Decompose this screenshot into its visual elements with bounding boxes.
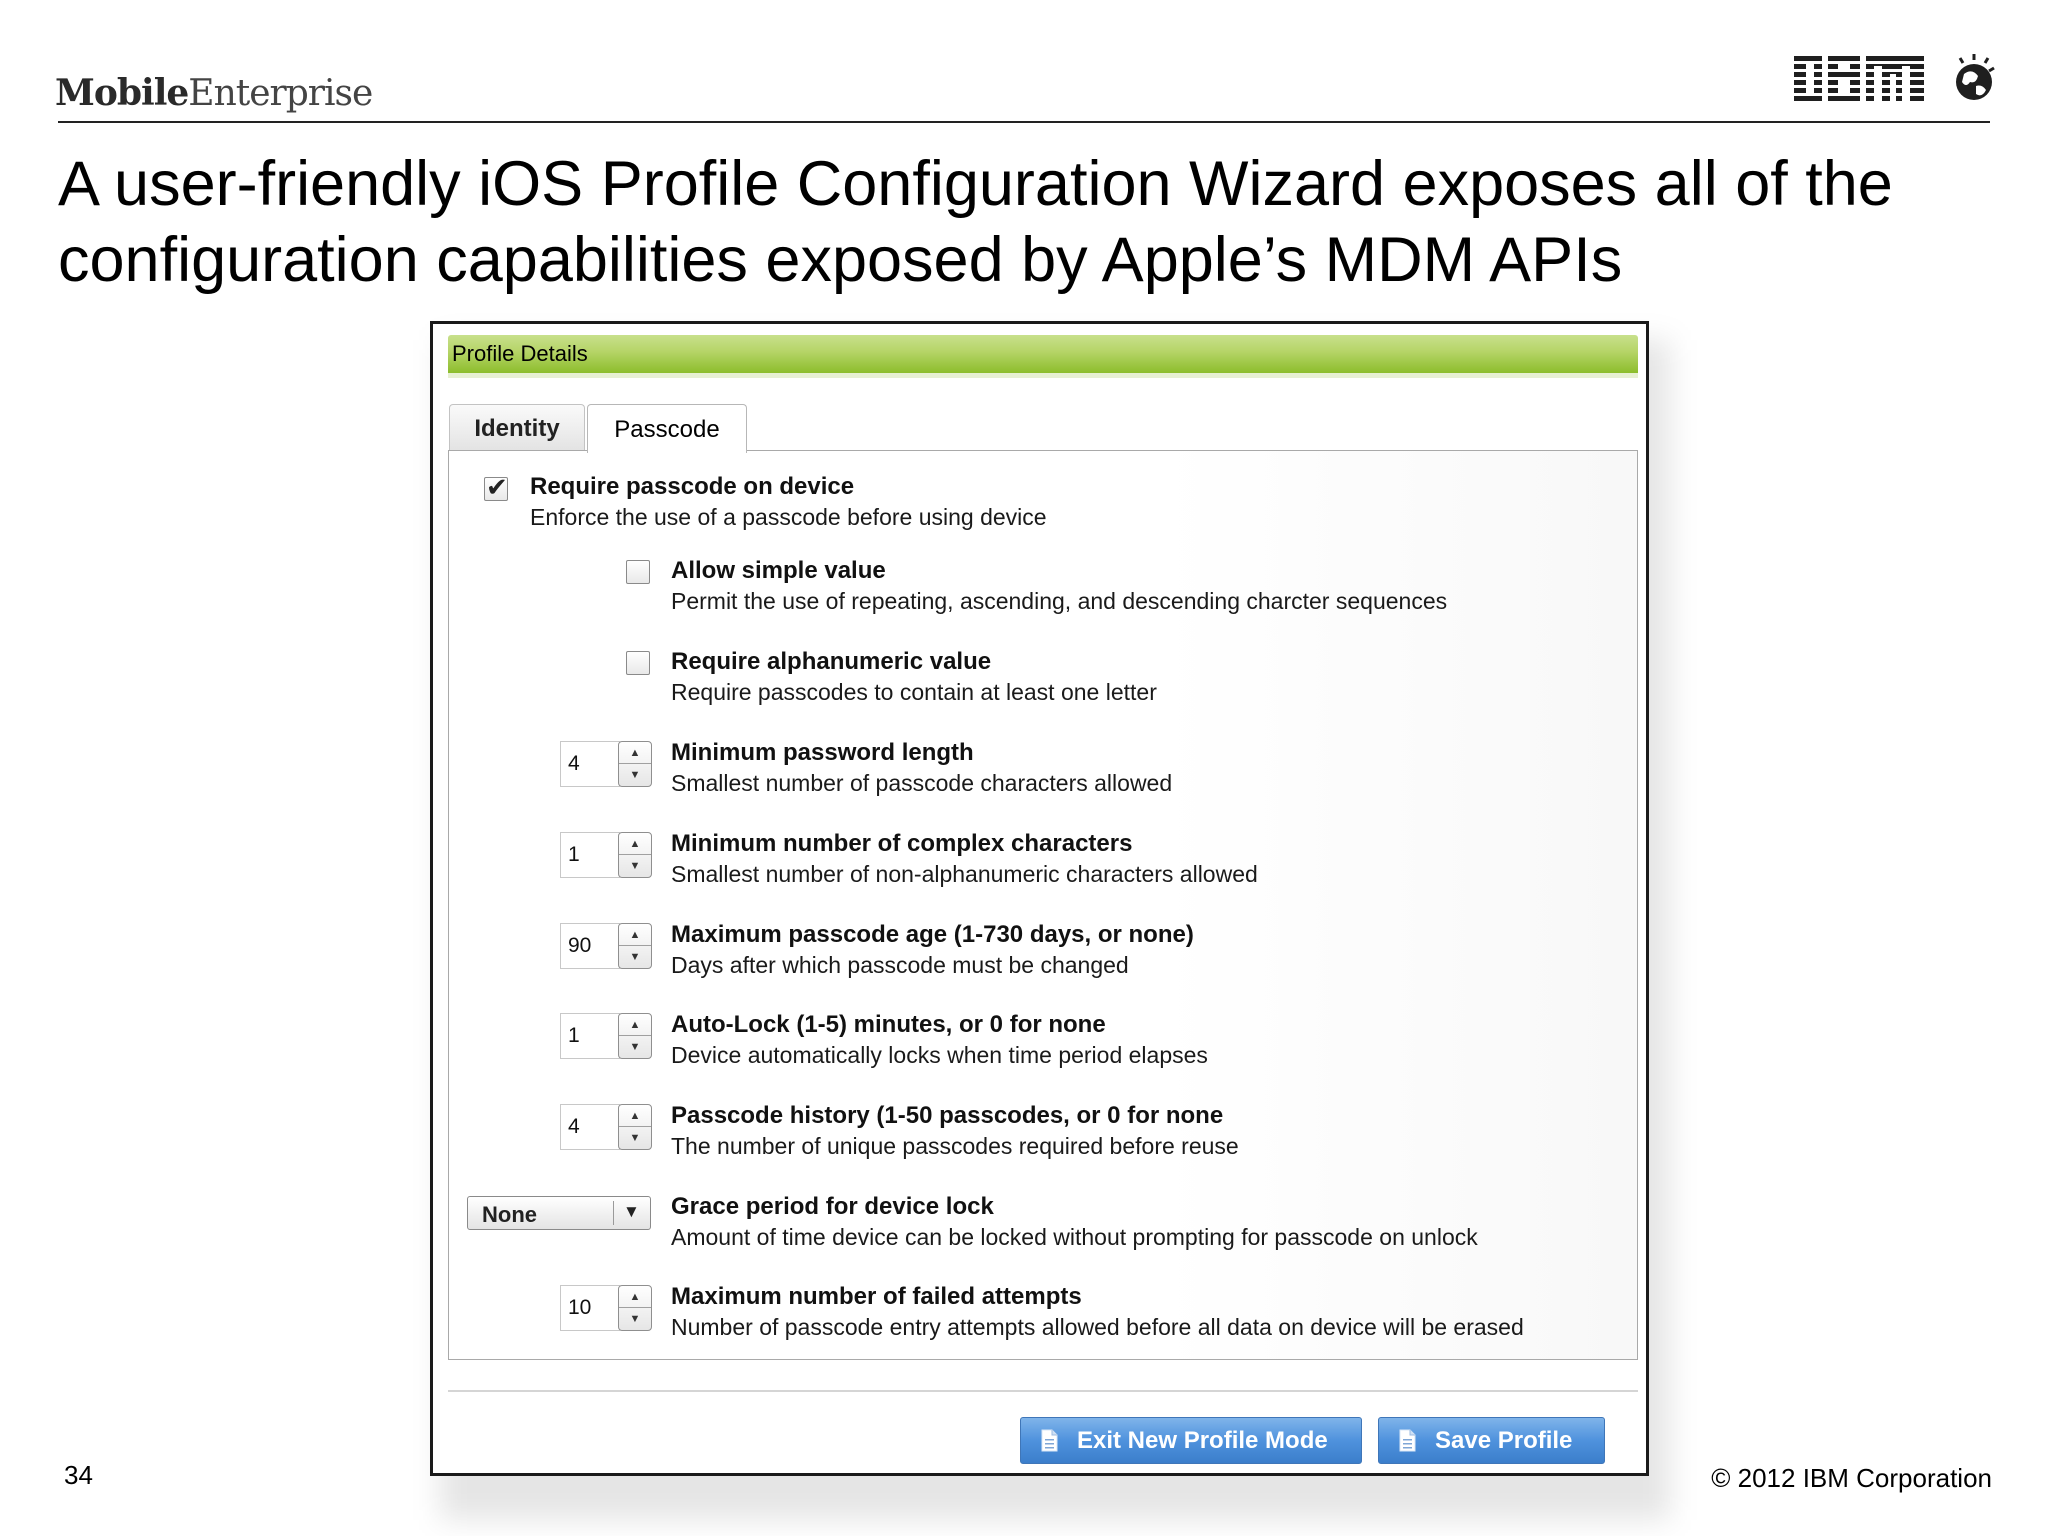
stepper-buttons: ▲ ▼ bbox=[618, 741, 652, 787]
profile-details-title: Profile Details bbox=[452, 341, 588, 366]
require-alphanumeric-checkbox[interactable] bbox=[626, 651, 650, 675]
button-label: Exit New Profile Mode bbox=[1077, 1427, 1328, 1454]
stepper-value[interactable]: 4 bbox=[560, 741, 620, 787]
button-label: Save Profile bbox=[1435, 1427, 1573, 1454]
setting-title: Passcode history (1-50 passcodes, or 0 f… bbox=[671, 1102, 1224, 1129]
copyright-notice: © 2012 IBM Corporation bbox=[1711, 1463, 1992, 1493]
max-failed-attempts-stepper[interactable]: 10 ▲ ▼ bbox=[560, 1285, 654, 1331]
increment-arrow-icon[interactable]: ▲ bbox=[619, 833, 651, 855]
tab-identity[interactable]: Identity bbox=[449, 404, 585, 451]
max-passcode-age-stepper[interactable]: 90 ▲ ▼ bbox=[560, 923, 654, 969]
stepper-value[interactable]: 1 bbox=[560, 832, 620, 878]
save-profile-button[interactable]: Save Profile bbox=[1378, 1417, 1605, 1464]
increment-arrow-icon[interactable]: ▲ bbox=[619, 1105, 651, 1127]
setting-title: Auto-Lock (1-5) minutes, or 0 for none bbox=[671, 1011, 1106, 1038]
decrement-arrow-icon[interactable]: ▼ bbox=[619, 764, 651, 786]
setting-title: Require passcode on device bbox=[530, 473, 855, 500]
tab-passcode[interactable]: Passcode bbox=[587, 404, 747, 453]
exit-new-profile-mode-button[interactable]: Exit New Profile Mode bbox=[1020, 1417, 1362, 1464]
header-divider bbox=[58, 121, 1990, 123]
chevron-down-icon[interactable]: ▼ bbox=[623, 1202, 640, 1222]
setting-description: Device automatically locks when time per… bbox=[671, 1042, 1208, 1068]
mobile-enterprise-logo: MobileEnterprise bbox=[55, 72, 373, 114]
setting-description: Smallest number of passcode characters a… bbox=[671, 770, 1173, 796]
setting-title: Allow simple value bbox=[671, 557, 886, 584]
setting-description: Require passcodes to contain at least on… bbox=[671, 679, 1157, 705]
setting-description: Number of passcode entry attempts allowe… bbox=[671, 1314, 1524, 1340]
setting-title: Grace period for device lock bbox=[671, 1193, 994, 1220]
stepper-value[interactable]: 90 bbox=[560, 923, 620, 969]
allow-simple-value-checkbox[interactable] bbox=[626, 560, 650, 584]
decrement-arrow-icon[interactable]: ▼ bbox=[619, 1308, 651, 1330]
profile-details-header-shade bbox=[448, 373, 1638, 378]
stepper-value[interactable]: 1 bbox=[560, 1013, 620, 1059]
setting-title: Maximum number of failed attempts bbox=[671, 1283, 1082, 1310]
setting-title: Maximum passcode age (1-730 days, or non… bbox=[671, 921, 1194, 948]
setting-title: Minimum password length bbox=[671, 739, 974, 766]
slide-title: A user-friendly iOS Profile Configuratio… bbox=[58, 149, 1893, 295]
setting-description: Days after which passcode must be change… bbox=[671, 952, 1129, 978]
stepper-buttons: ▲ ▼ bbox=[618, 923, 652, 969]
setting-title: Minimum number of complex characters bbox=[671, 830, 1133, 857]
increment-arrow-icon[interactable]: ▲ bbox=[619, 1014, 651, 1036]
decrement-arrow-icon[interactable]: ▼ bbox=[619, 1127, 651, 1149]
document-icon bbox=[1041, 1429, 1058, 1452]
setting-description: Smallest number of non-alphanumeric char… bbox=[671, 861, 1258, 887]
setting-description: The number of unique passcodes required … bbox=[671, 1133, 1239, 1159]
profile-wizard-panel: Profile Details Identity Passcode ✔ Requ… bbox=[430, 321, 1649, 1476]
dropdown-divider bbox=[613, 1201, 614, 1225]
grace-period-dropdown[interactable]: None ▼ bbox=[467, 1196, 651, 1230]
checkmark-icon: ✔ bbox=[486, 472, 508, 502]
page-number: 34 bbox=[64, 1460, 93, 1490]
setting-description: Permit the use of repeating, ascending, … bbox=[671, 588, 1448, 614]
ibm-logo bbox=[1794, 52, 1995, 110]
stepper-value[interactable]: 10 bbox=[560, 1285, 620, 1331]
stepper-value[interactable]: 4 bbox=[560, 1104, 620, 1150]
decrement-arrow-icon[interactable]: ▼ bbox=[619, 855, 651, 877]
increment-arrow-icon[interactable]: ▲ bbox=[619, 1286, 651, 1308]
stepper-buttons: ▲ ▼ bbox=[618, 832, 652, 878]
decrement-arrow-icon[interactable]: ▼ bbox=[619, 1036, 651, 1058]
auto-lock-stepper[interactable]: 1 ▲ ▼ bbox=[560, 1013, 654, 1059]
setting-description: Enforce the use of a passcode before usi… bbox=[530, 504, 1047, 530]
dropdown-selected-value: None bbox=[482, 1202, 537, 1227]
panel-footer-divider bbox=[448, 1390, 1638, 1392]
stepper-buttons: ▲ ▼ bbox=[618, 1104, 652, 1150]
require-passcode-checkbox[interactable]: ✔ bbox=[484, 472, 508, 502]
stepper-buttons: ▲ ▼ bbox=[618, 1013, 652, 1059]
setting-title: Require alphanumeric value bbox=[671, 648, 992, 675]
decrement-arrow-icon[interactable]: ▼ bbox=[619, 946, 651, 968]
increment-arrow-icon[interactable]: ▲ bbox=[619, 924, 651, 946]
min-complex-characters-stepper[interactable]: 1 ▲ ▼ bbox=[560, 832, 654, 878]
passcode-history-stepper[interactable]: 4 ▲ ▼ bbox=[560, 1104, 654, 1150]
profile-details-header: Profile Details bbox=[448, 335, 1638, 373]
passcode-settings-panel: ✔ Require passcode on device Enforce the… bbox=[448, 450, 1638, 1360]
min-password-length-stepper[interactable]: 4 ▲ ▼ bbox=[560, 741, 654, 787]
increment-arrow-icon[interactable]: ▲ bbox=[619, 742, 651, 764]
setting-description: Amount of time device can be locked with… bbox=[671, 1224, 1478, 1250]
stepper-buttons: ▲ ▼ bbox=[618, 1285, 652, 1331]
document-icon bbox=[1399, 1429, 1416, 1452]
